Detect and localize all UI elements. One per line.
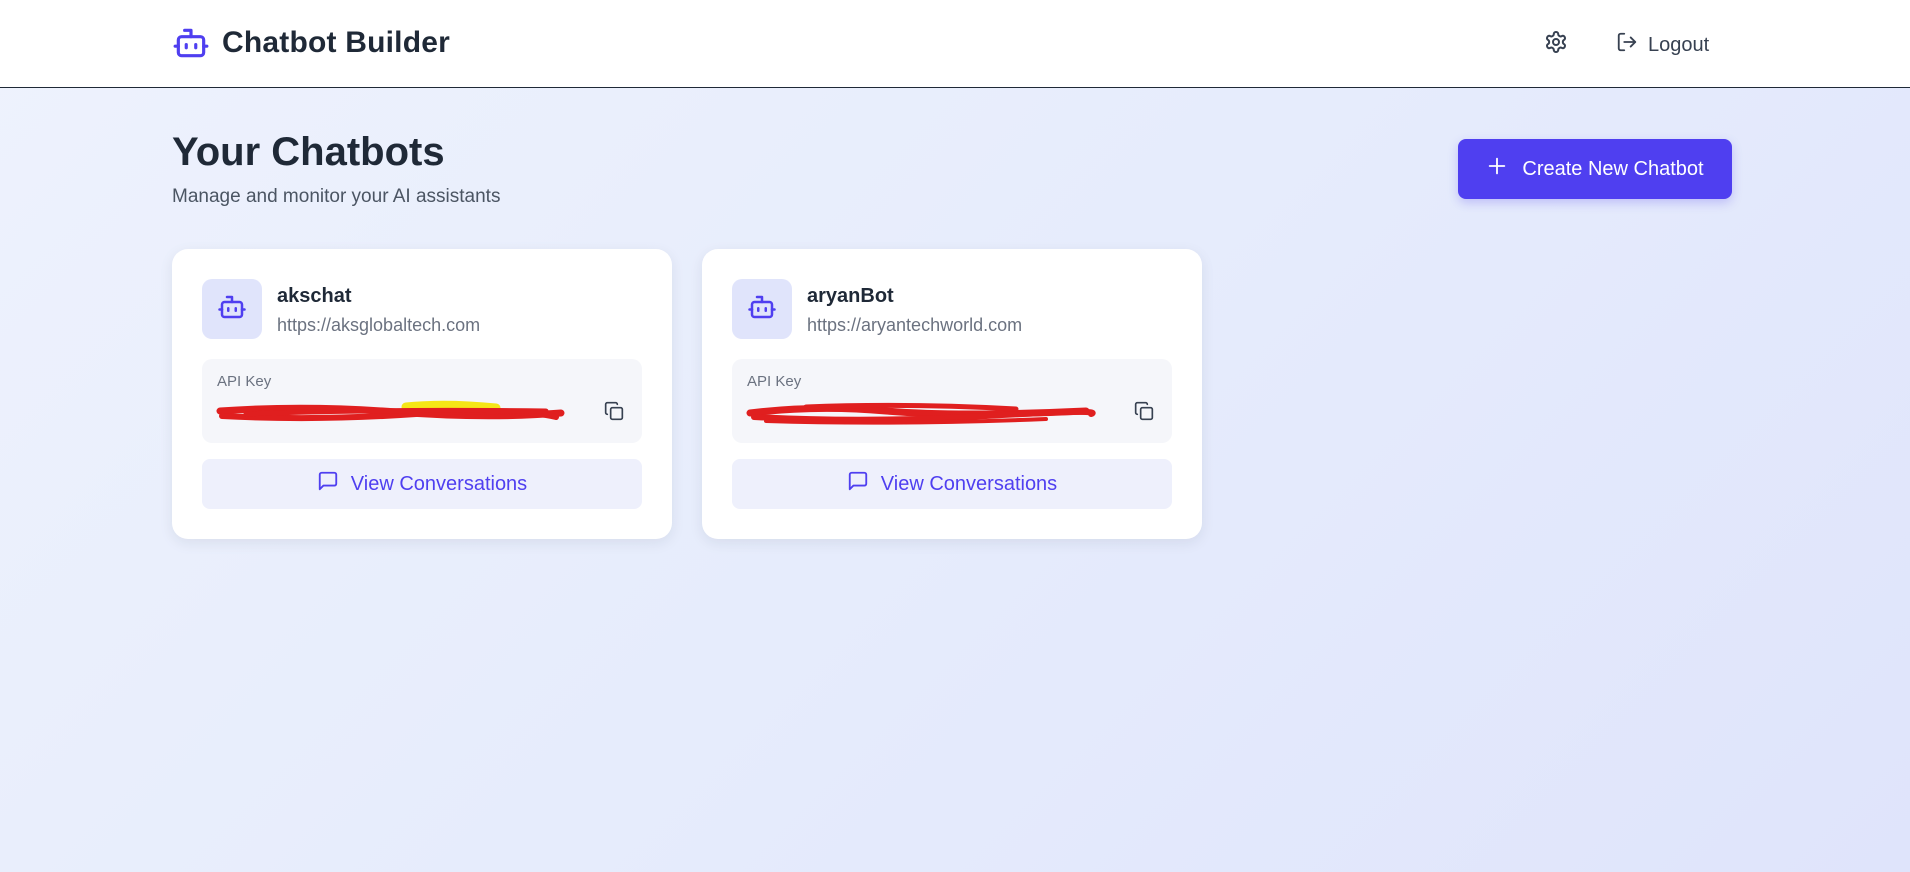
chatbot-name: aryanBot [807, 285, 894, 307]
bot-icon [172, 24, 210, 62]
message-icon [317, 470, 339, 498]
chatbot-url: https://aksglobaltech.com [277, 315, 481, 335]
chatbot-avatar [732, 279, 792, 339]
api-key-box: API Key [202, 359, 642, 443]
copy-icon [1134, 401, 1154, 426]
brand[interactable]: Chatbot Builder [172, 24, 450, 62]
redaction-scribble [746, 402, 1096, 425]
api-key-box: API Key [732, 359, 1172, 443]
view-conversations-button[interactable]: View Conversations [202, 459, 642, 509]
chatbot-avatar [202, 279, 262, 339]
view-conversations-label: View Conversations [880, 472, 1058, 495]
logout-label: Logout [1648, 33, 1710, 56]
copy-api-key-button[interactable] [1130, 399, 1158, 427]
logout-button[interactable]: Logout [1616, 28, 1709, 62]
view-conversations-label: View Conversations [350, 472, 528, 495]
page-subtitle: Manage and monitor your AI assistants [172, 186, 501, 207]
gear-icon [1544, 30, 1568, 59]
api-key-label: API Key [747, 373, 802, 390]
page-title: Your Chatbots [172, 130, 445, 174]
chatbot-url: https://aryantechworld.com [807, 315, 1023, 335]
view-conversations-button[interactable]: View Conversations [732, 459, 1172, 509]
copy-api-key-button[interactable] [600, 399, 628, 427]
top-navbar: Chatbot Builder Logout [0, 0, 1910, 88]
redaction-scribble [216, 400, 565, 422]
copy-icon [604, 401, 624, 426]
api-key-label: API Key [217, 373, 272, 390]
message-icon [847, 470, 869, 498]
logout-icon [1616, 31, 1638, 59]
create-chatbot-label: Create New Chatbot [1522, 157, 1704, 180]
create-chatbot-button[interactable]: Create New Chatbot [1458, 139, 1732, 199]
settings-button[interactable] [1540, 28, 1572, 60]
bot-icon [747, 292, 777, 327]
chatbot-name: akschat [277, 285, 352, 307]
chatbot-card: akschat https://aksglobaltech.com API Ke… [172, 249, 672, 539]
chatbot-card: aryanBot https://aryantechworld.com API … [702, 249, 1202, 539]
bot-icon [217, 292, 247, 327]
app-title: Chatbot Builder [222, 26, 450, 59]
plus-icon [1486, 155, 1508, 183]
